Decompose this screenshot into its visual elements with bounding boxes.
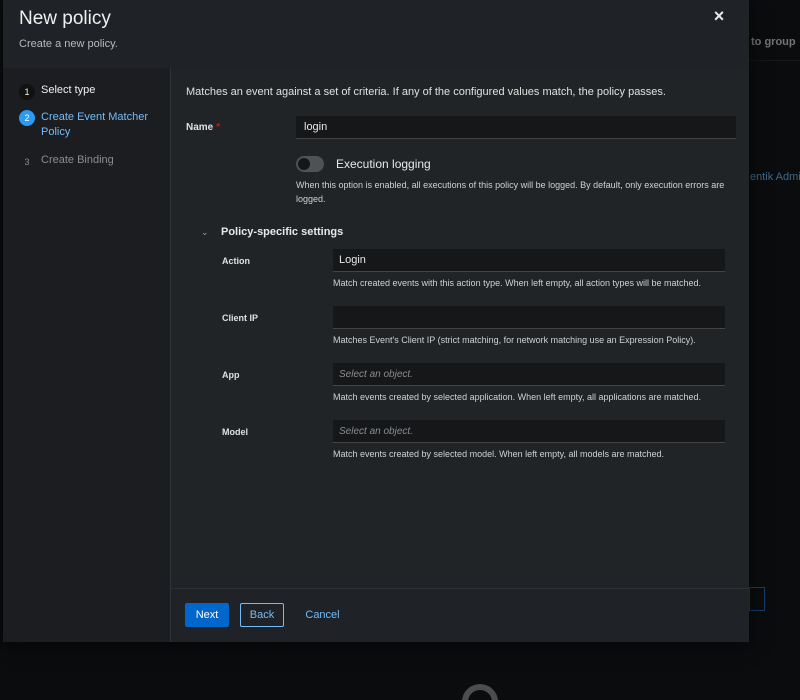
model-label: Model <box>222 427 248 437</box>
model-select-placeholder: Select an object. <box>339 425 413 437</box>
name-label: Name * <box>186 122 220 133</box>
step-label: Select type <box>41 84 96 96</box>
modal-footer: Next Back Cancel <box>171 588 749 642</box>
name-label-text: Name <box>186 122 214 133</box>
new-policy-modal: New policy Create a new policy. × 1 Sele… <box>3 0 749 642</box>
client-ip-label: Client IP <box>222 313 259 323</box>
next-button[interactable]: Next <box>185 603 229 627</box>
modal-header: New policy Create a new policy. × <box>3 0 749 68</box>
client-ip-help: Matches Event's Client IP (strict matchi… <box>333 335 696 345</box>
action-input[interactable] <box>333 249 725 272</box>
app-label: App <box>222 370 240 380</box>
app-help: Match events created by selected applica… <box>333 392 702 402</box>
step-number: 2 <box>19 110 35 126</box>
step-number: 3 <box>24 157 30 167</box>
wizard-step-select-type[interactable]: 1 Select type <box>19 84 95 100</box>
cancel-button[interactable]: Cancel <box>295 603 350 627</box>
back-button[interactable]: Back <box>240 603 284 627</box>
app-select-placeholder: Select an object. <box>339 368 413 380</box>
section-title: Policy-specific settings <box>221 226 344 238</box>
required-mark: * <box>216 122 221 133</box>
modal-subtitle: Create a new policy. <box>19 38 118 50</box>
name-input[interactable] <box>296 116 736 139</box>
modal-title: New policy <box>19 8 111 29</box>
step-label: Create Binding <box>41 154 114 166</box>
step-label: Create Event Matcher Policy <box>41 111 148 138</box>
chevron-down-icon: ⌄ <box>201 227 209 237</box>
action-help: Match created events with this action ty… <box>333 278 702 288</box>
app-select[interactable]: Select an object. <box>333 363 725 386</box>
policy-specific-settings-toggle[interactable]: ⌄ Policy-specific settings <box>201 226 343 238</box>
step-number: 1 <box>19 84 35 100</box>
close-icon[interactable]: × <box>709 6 729 26</box>
action-label: Action <box>222 256 250 266</box>
toggle-knob <box>298 158 310 170</box>
model-help: Match events created by selected model. … <box>333 449 664 459</box>
wizard-step-create-policy[interactable]: 2 Create Event Matcher Policy <box>19 110 159 140</box>
wizard-nav: 1 Select type 2 Create Event Matcher Pol… <box>3 68 171 642</box>
policy-description: Matches an event against a set of criter… <box>186 86 666 98</box>
execution-logging-toggle[interactable] <box>296 156 324 172</box>
wizard-body: Matches an event against a set of criter… <box>171 68 749 588</box>
client-ip-input[interactable] <box>333 306 725 329</box>
wizard-step-create-binding[interactable]: 3 Create Binding <box>19 154 114 170</box>
execution-logging-help: When this option is enabled, all executi… <box>296 180 725 204</box>
model-select[interactable]: Select an object. <box>333 420 725 443</box>
execution-logging-label: Execution logging <box>336 157 431 171</box>
